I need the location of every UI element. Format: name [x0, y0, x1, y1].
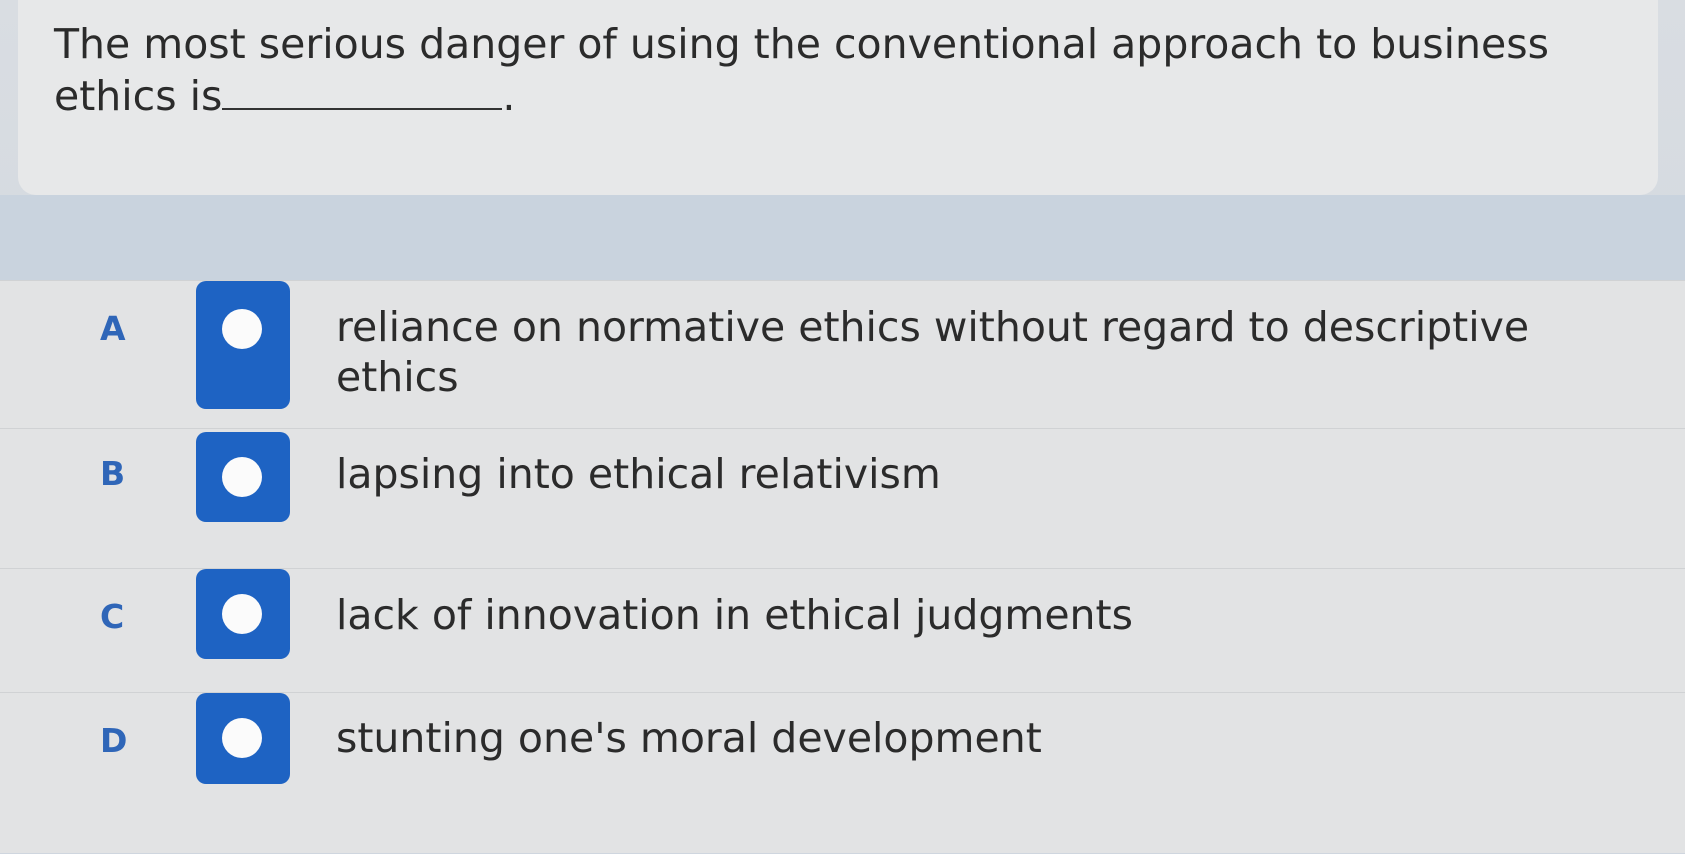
option-c-letter: C: [100, 597, 125, 636]
option-d-letter: D: [100, 721, 128, 760]
answer-options: A reliance on normative ethics without r…: [0, 280, 1685, 853]
option-b-radio[interactable]: [196, 432, 290, 522]
radio-circle-icon: [222, 457, 262, 497]
answer-blank: [222, 72, 503, 110]
option-c-text: lack of innovation in ethical judgments: [336, 591, 1133, 639]
option-a-letter: A: [100, 309, 126, 348]
radio-circle-icon: [222, 309, 262, 349]
option-a-radio[interactable]: [196, 281, 290, 409]
option-a[interactable]: A reliance on normative ethics without r…: [0, 280, 1685, 419]
option-c-radio[interactable]: [196, 569, 290, 659]
option-c[interactable]: C lack of innovation in ethical judgment…: [0, 568, 1685, 689]
question-card: The most serious danger of using the con…: [18, 0, 1658, 195]
option-d-radio[interactable]: [196, 693, 290, 784]
question-prompt: The most serious danger of using the con…: [54, 18, 1614, 122]
option-b-text: lapsing into ethical relativism: [336, 450, 941, 498]
option-b-letter: B: [100, 454, 126, 493]
radio-circle-icon: [222, 718, 262, 758]
option-d-text: stunting one's moral development: [336, 714, 1042, 762]
question-suffix: .: [502, 72, 516, 120]
option-d[interactable]: D stunting one's moral development: [0, 692, 1685, 854]
option-b[interactable]: B lapsing into ethical relativism: [0, 428, 1685, 549]
radio-circle-icon: [222, 594, 262, 634]
divider-band: [0, 195, 1685, 280]
option-a-text: reliance on normative ethics without reg…: [336, 303, 1530, 401]
quiz-screen: The most serious danger of using the con…: [0, 0, 1685, 853]
